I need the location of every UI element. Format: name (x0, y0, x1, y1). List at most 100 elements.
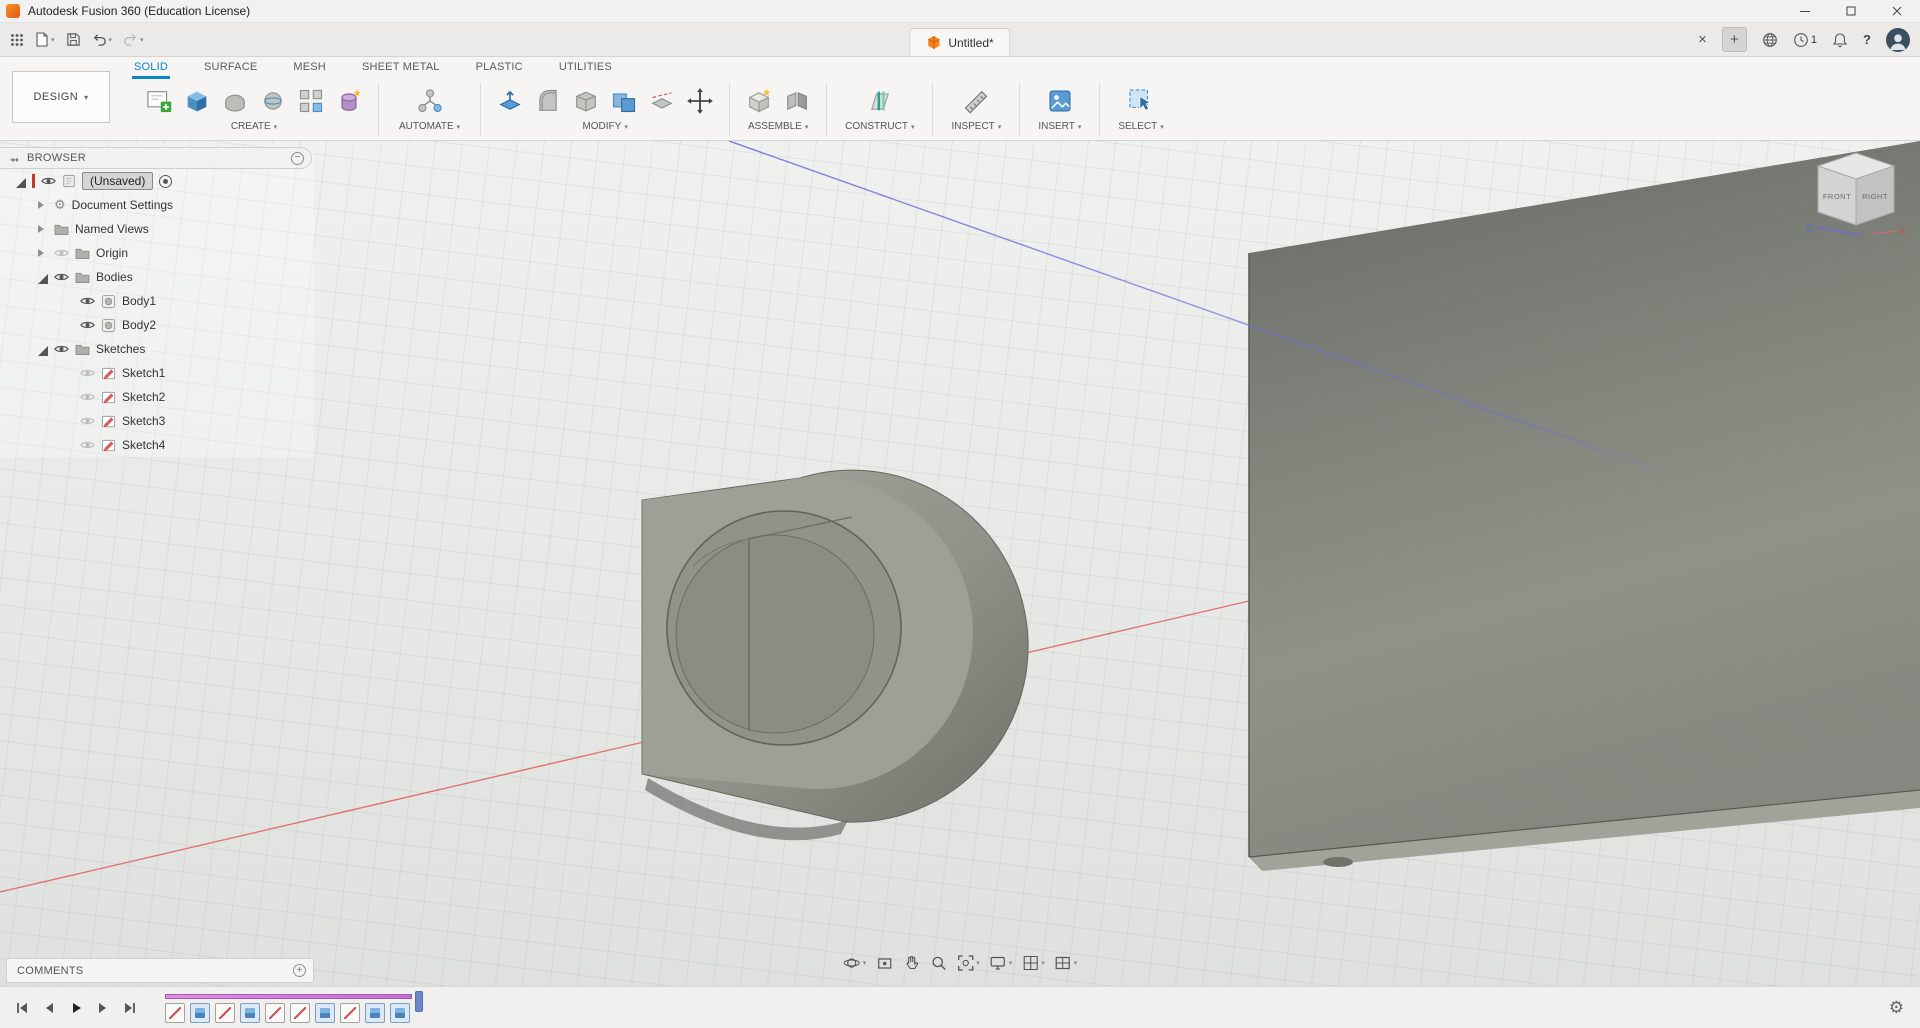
pan-icon[interactable] (902, 954, 920, 972)
close-window-button[interactable] (1874, 0, 1920, 22)
timeline-track[interactable] (165, 990, 423, 1023)
workspace-selector[interactable]: DESIGN (12, 71, 110, 123)
timeline-feature-extrude[interactable] (315, 1002, 335, 1023)
display-settings-icon[interactable]: ▾ (989, 954, 1012, 972)
timeline-feature-sketch[interactable] (340, 1002, 360, 1023)
timeline-feature-sketch[interactable] (165, 1002, 185, 1023)
expand-toggle-icon[interactable] (38, 345, 48, 356)
go-to-start-icon[interactable] (13, 999, 31, 1017)
split-body-button[interactable] (645, 83, 679, 119)
create-revolve-button[interactable] (256, 83, 290, 119)
create-sketch-button[interactable] (142, 83, 176, 119)
group-label-assemble[interactable]: ASSEMBLE (748, 121, 808, 132)
viewports-icon[interactable]: ▾ (1054, 954, 1077, 972)
tab-sheet-metal[interactable]: SHEET METAL (360, 59, 442, 79)
joint-button[interactable] (780, 83, 814, 119)
save-icon[interactable] (66, 32, 81, 47)
help-icon[interactable]: ? (1863, 32, 1871, 47)
orbit-icon[interactable]: ▾ (843, 954, 866, 972)
body-panel[interactable] (1248, 141, 1920, 871)
browser-item-body1[interactable]: Body1 (0, 289, 314, 313)
expand-toggle-icon[interactable] (38, 249, 48, 257)
play-icon[interactable] (67, 999, 85, 1017)
visibility-eye-icon[interactable] (54, 343, 69, 355)
visibility-eye-icon[interactable] (54, 247, 69, 259)
new-component-button[interactable] (742, 83, 776, 119)
tab-surface[interactable]: SURFACE (202, 59, 259, 79)
browser-header[interactable]: BROWSER (0, 147, 312, 169)
timeline-feature-extrude[interactable] (390, 1002, 410, 1023)
activate-component-radio[interactable] (159, 174, 173, 188)
browser-item-sketch1[interactable]: Sketch1 (0, 361, 314, 385)
visibility-eye-icon[interactable] (80, 391, 95, 403)
expand-toggle-icon[interactable] (38, 225, 48, 233)
timeline-feature-extrude[interactable] (365, 1002, 385, 1023)
grid-settings-icon[interactable]: ▾ (1021, 954, 1045, 972)
fillet-button[interactable] (531, 83, 565, 119)
timeline-feature-sketch[interactable] (265, 1002, 285, 1023)
browser-item-sketches[interactable]: Sketches (0, 337, 314, 361)
visibility-eye-icon[interactable] (80, 319, 95, 331)
timeline-position-marker[interactable] (415, 990, 423, 1012)
timeline-feature-extrude[interactable] (190, 1002, 210, 1023)
timeline-feature-sketch[interactable] (215, 1002, 235, 1023)
browser-item-bodies[interactable]: Bodies (0, 265, 314, 289)
tab-mesh[interactable]: MESH (291, 59, 328, 79)
collapse-panel-icon[interactable] (10, 151, 18, 165)
automate-button[interactable] (413, 83, 447, 119)
create-extrude-button[interactable] (218, 83, 252, 119)
group-label-automate[interactable]: AUTOMATE (399, 121, 460, 132)
redo-icon[interactable]: ▾ (123, 32, 144, 47)
visibility-eye-icon[interactable] (54, 271, 69, 283)
combine-button[interactable] (607, 83, 641, 119)
notifications-bell-icon[interactable] (1832, 32, 1848, 48)
timeline-range-bar[interactable] (165, 993, 412, 999)
tab-utilities[interactable]: UTILITIES (557, 59, 614, 79)
document-name[interactable]: (Unsaved) (82, 172, 154, 190)
go-to-end-icon[interactable] (121, 999, 139, 1017)
create-box-button[interactable] (180, 83, 214, 119)
step-forward-icon[interactable] (94, 999, 112, 1017)
expand-toggle-icon[interactable] (16, 177, 26, 188)
document-tab[interactable]: Untitled* (909, 28, 1011, 56)
app-grid-menu-icon[interactable] (10, 33, 24, 47)
new-tab-button[interactable]: + (1721, 27, 1747, 52)
browser-item-sketch2[interactable]: Sketch2 (0, 385, 314, 409)
visibility-eye-icon[interactable] (80, 415, 95, 427)
measure-button[interactable] (959, 83, 993, 119)
group-label-inspect[interactable]: INSPECT (951, 121, 1001, 132)
move-copy-button[interactable] (683, 83, 717, 119)
press-pull-button[interactable] (493, 83, 527, 119)
select-button[interactable] (1124, 83, 1158, 119)
visibility-eye-icon[interactable] (80, 367, 95, 379)
insert-button[interactable] (1043, 83, 1077, 119)
browser-item-sketch3[interactable]: Sketch3 (0, 409, 314, 433)
look-at-icon[interactable] (875, 954, 893, 972)
group-label-modify[interactable]: MODIFY (582, 121, 627, 132)
job-status-gear-icon[interactable] (1889, 998, 1904, 1018)
browser-item-document-settings[interactable]: Document Settings (0, 193, 314, 217)
timeline-feature-sketch[interactable] (290, 1002, 310, 1023)
file-menu-icon[interactable]: ▾ (35, 32, 55, 47)
close-tab-icon[interactable]: × (1698, 32, 1707, 47)
visibility-eye-icon[interactable] (80, 295, 95, 307)
zoom-icon[interactable] (929, 954, 947, 972)
group-label-construct[interactable]: CONSTRUCT (845, 121, 914, 132)
expand-comments-icon[interactable] (293, 964, 306, 977)
tab-plastic[interactable]: PLASTIC (474, 59, 525, 79)
create-form-button[interactable] (332, 83, 366, 119)
tab-solid[interactable]: SOLID (132, 59, 171, 79)
minimize-button[interactable] (1782, 0, 1828, 22)
group-label-create[interactable]: CREATE (231, 121, 277, 132)
fit-icon[interactable]: ▾ (956, 954, 980, 972)
expand-toggle-icon[interactable] (38, 201, 48, 209)
extension-globe-icon[interactable] (1762, 32, 1778, 48)
shell-button[interactable] (569, 83, 603, 119)
step-back-icon[interactable] (40, 999, 58, 1017)
browser-root-item[interactable]: (Unsaved) (0, 169, 314, 193)
collapse-all-icon[interactable] (291, 151, 304, 165)
user-avatar[interactable] (1886, 27, 1910, 52)
group-label-select[interactable]: SELECT (1118, 121, 1163, 132)
comments-panel[interactable]: COMMENTS (6, 958, 314, 983)
visibility-eye-icon[interactable] (41, 175, 56, 187)
